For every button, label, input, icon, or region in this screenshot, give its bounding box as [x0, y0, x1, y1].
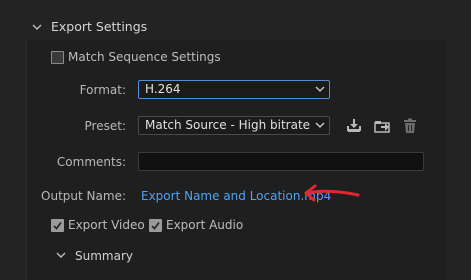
chevron-down-icon[interactable] [31, 21, 43, 33]
download-preset-icon[interactable] [345, 117, 363, 135]
summary-title: Summary [75, 249, 133, 263]
comments-label: Comments: [56, 155, 126, 169]
match-sequence-label: Match Sequence Settings [68, 50, 221, 64]
export-video-label: Export Video [68, 218, 145, 232]
preset-value: Match Source - High bitrate [145, 118, 311, 132]
format-select[interactable]: H.264 [138, 80, 330, 99]
format-label: Format: [79, 83, 126, 97]
trash-icon[interactable] [401, 117, 419, 135]
output-name-label: Output Name: [41, 189, 126, 203]
export-audio-label: Export Audio [166, 218, 244, 232]
arrow-annotation [304, 184, 360, 202]
chevron-down-icon [315, 122, 325, 128]
section-title: Export Settings [51, 19, 148, 34]
export-video-checkbox[interactable] [51, 219, 64, 232]
export-settings-header[interactable]: Export Settings [0, 14, 471, 40]
match-sequence-checkbox[interactable] [51, 51, 64, 64]
format-value: H.264 [145, 82, 181, 96]
check-icon [151, 221, 160, 230]
export-audio-checkbox[interactable] [149, 219, 162, 232]
preset-label: Preset: [84, 119, 126, 133]
preset-select[interactable]: Match Source - High bitrate [138, 116, 330, 135]
chevron-down-icon [315, 86, 325, 92]
chevron-down-icon[interactable] [55, 249, 67, 261]
summary-header[interactable]: Summary [50, 244, 250, 266]
check-icon [53, 221, 62, 230]
comments-input[interactable] [138, 152, 424, 171]
import-preset-icon[interactable] [373, 117, 391, 135]
